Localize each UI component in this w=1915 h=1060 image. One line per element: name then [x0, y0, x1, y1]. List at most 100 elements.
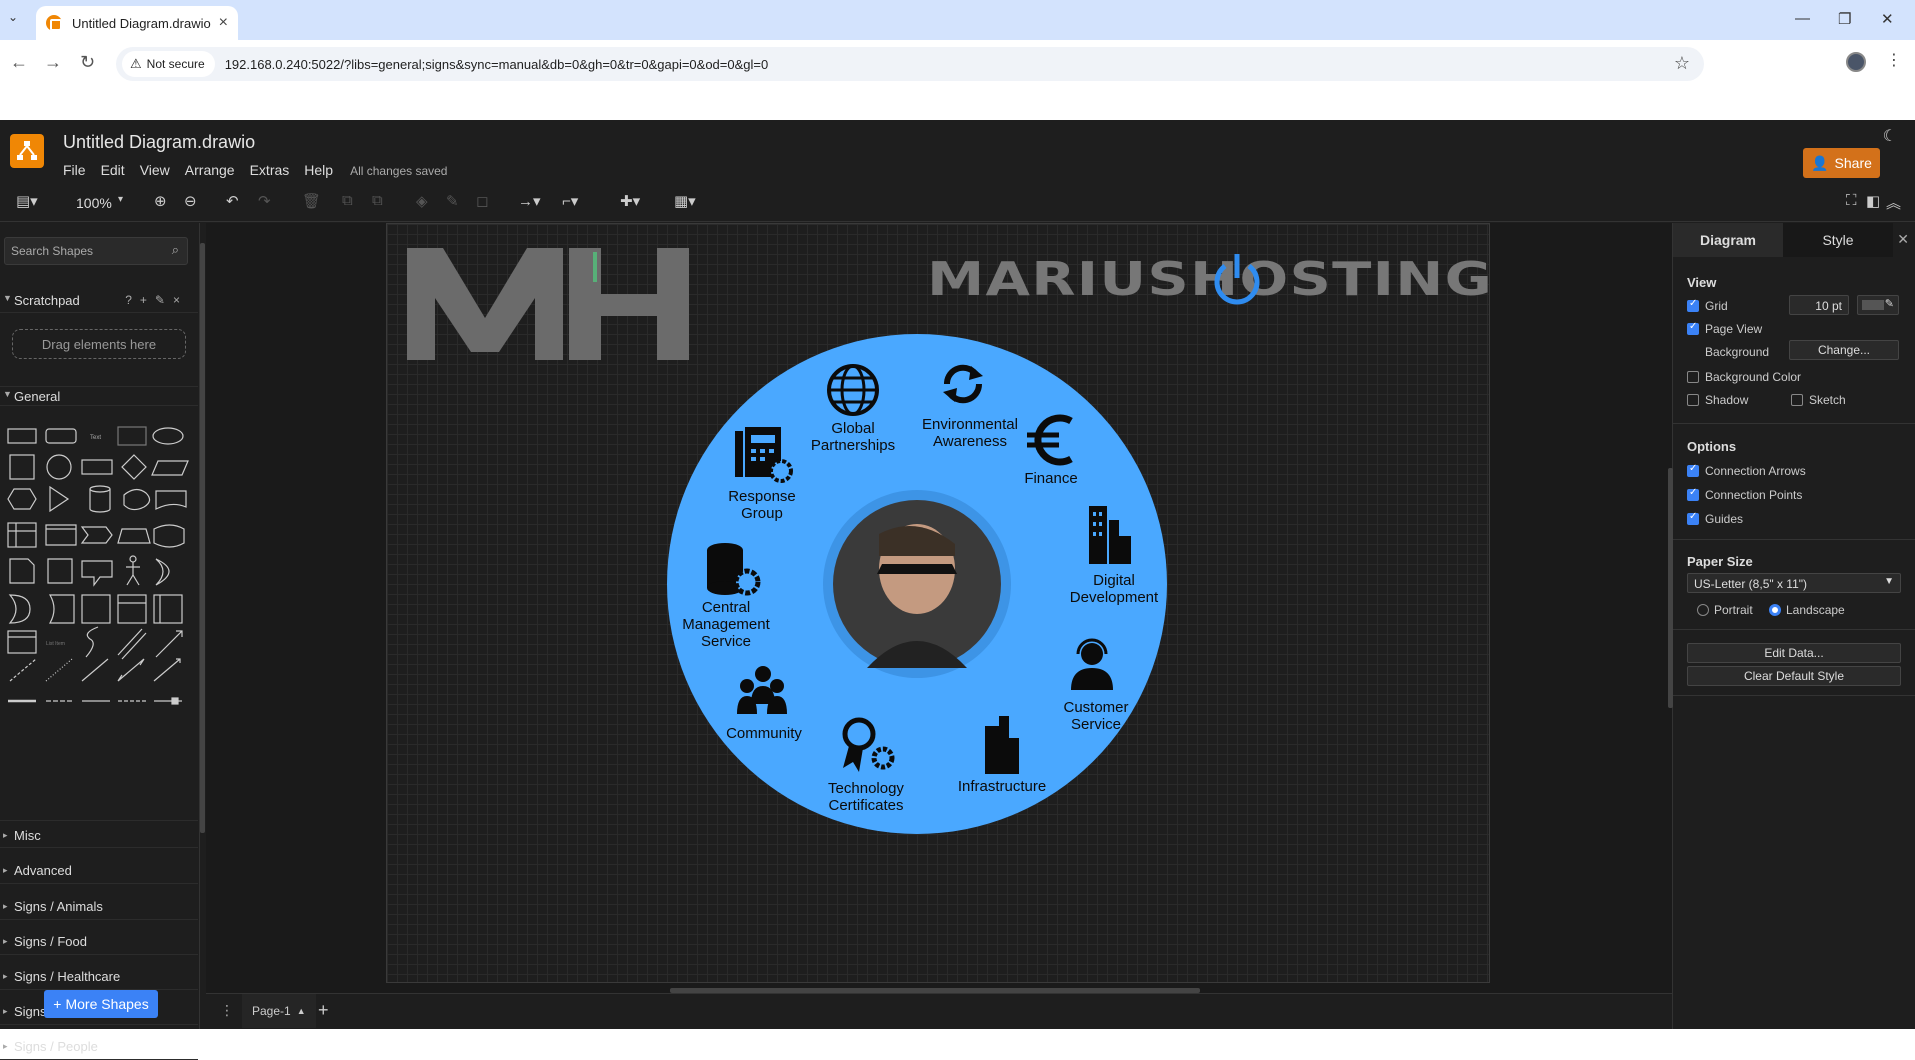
zoom-in-icon[interactable]: ⊕ — [154, 192, 167, 210]
pages-menu-icon[interactable]: ⋮ — [220, 1002, 234, 1019]
connection-arrows-checkbox[interactable] — [1687, 463, 1699, 477]
section-advanced[interactable]: ▸ Advanced — [0, 856, 198, 884]
grid-color-picker[interactable]: ✎ — [1857, 295, 1899, 315]
format-panel-icon[interactable]: ▤▾ — [16, 192, 38, 210]
sketch-toggle[interactable]: Sketch — [1791, 393, 1846, 407]
tab-style[interactable]: Style — [1783, 223, 1893, 257]
dark-mode-icon[interactable]: ☾ — [1883, 126, 1897, 146]
fullscreen-icon[interactable]: ⛶ — [1846, 192, 1857, 209]
shadow-checkbox[interactable] — [1687, 394, 1699, 406]
paper-size-select[interactable]: US-Letter (8,5" x 11") ▼ — [1687, 573, 1901, 593]
section-signs-healthcare[interactable]: ▸ Signs / Healthcare — [0, 962, 198, 990]
tab-search-chevron-icon[interactable]: ⌄ — [8, 10, 18, 24]
search-shapes-input[interactable]: Search Shapes ⌕ — [4, 237, 188, 265]
guides-checkbox[interactable] — [1687, 511, 1699, 525]
collapse-chevron-icon[interactable]: ︽ — [1886, 192, 1901, 213]
grid-size-input[interactable]: 10 pt — [1789, 295, 1849, 315]
diagram-page[interactable]: MARIUSHOSTING Global Partnerships Enviro… — [386, 223, 1492, 983]
portrait-radio[interactable] — [1697, 604, 1709, 616]
section-misc[interactable]: ▸ Misc — [0, 820, 198, 848]
general-header[interactable]: ▼ General — [0, 386, 198, 406]
general-shapes-palette[interactable]: Text List Item — [6, 419, 192, 709]
redo-icon[interactable]: ↷ — [258, 192, 271, 210]
canvas-horizontal-scrollbar[interactable] — [670, 988, 1200, 993]
page-view-checkbox[interactable] — [1687, 321, 1699, 335]
browser-tab[interactable]: Untitled Diagram.drawio × — [36, 6, 238, 40]
menu-view[interactable]: View — [140, 162, 170, 178]
canvas-vertical-scrollbar[interactable] — [1668, 468, 1673, 708]
to-back-icon[interactable]: ⧉ — [372, 192, 383, 209]
grid-toggle[interactable]: Grid — [1687, 298, 1728, 313]
scratchpad-header[interactable]: ▼ Scratchpad ?+✎× — [0, 293, 198, 313]
toggle-panel-icon[interactable]: ◧ — [1866, 192, 1880, 210]
document-title[interactable]: Untitled Diagram.drawio — [63, 132, 255, 153]
minimize-icon[interactable]: — — [1795, 10, 1810, 27]
zoom-select[interactable]: 100% — [76, 195, 112, 211]
insert-plus-icon[interactable]: ✚▾ — [620, 192, 640, 210]
diagram-canvas[interactable]: MARIUSHOSTING Global Partnerships Enviro… — [206, 223, 1672, 993]
clear-default-style-button[interactable]: Clear Default Style — [1687, 666, 1901, 686]
close-window-icon[interactable]: ✕ — [1881, 10, 1894, 28]
reload-icon[interactable]: ↻ — [80, 52, 95, 73]
add-page-icon[interactable]: + — [318, 1000, 329, 1021]
landscape-option[interactable]: Landscape — [1769, 603, 1845, 617]
browser-menu-icon[interactable]: ⋮ — [1886, 50, 1902, 70]
more-shapes-button[interactable]: + More Shapes — [44, 990, 158, 1018]
sketch-checkbox[interactable] — [1791, 394, 1803, 406]
forward-icon[interactable]: → — [44, 52, 62, 73]
close-tab-icon[interactable]: × — [219, 14, 228, 32]
background-color-checkbox[interactable] — [1687, 371, 1699, 383]
section-signs-people[interactable]: ▸ Signs / People — [0, 1032, 198, 1060]
background-color-toggle[interactable]: Background Color — [1687, 370, 1801, 384]
portrait-option[interactable]: Portrait — [1697, 603, 1753, 617]
shadow-toggle[interactable]: Shadow — [1687, 393, 1748, 407]
zoom-chevron-icon[interactable]: ▾ — [118, 194, 123, 205]
scratchpad-actions-icons[interactable]: ?+✎× — [125, 293, 188, 307]
background-change-button[interactable]: Change... — [1789, 340, 1899, 360]
page-view-toggle[interactable]: Page View — [1687, 321, 1762, 336]
bookmark-star-icon[interactable]: ☆ — [1674, 53, 1690, 74]
section-signs-food[interactable]: ▸ Signs / Food — [0, 927, 198, 955]
page-tabs-bar: ⋮ Page-1 ▲ + — [206, 993, 1672, 1029]
scratchpad-dropzone[interactable]: Drag elements here — [12, 329, 186, 359]
connection-style-icon[interactable]: →▾ — [518, 192, 541, 210]
close-panel-icon[interactable]: ✕ — [1897, 231, 1909, 248]
menu-edit[interactable]: Edit — [101, 162, 125, 178]
zoom-out-icon[interactable]: ⊖ — [184, 192, 197, 210]
landscape-radio[interactable] — [1769, 604, 1781, 616]
to-front-icon[interactable]: ⧉ — [342, 192, 353, 209]
share-button[interactable]: 👤 Share — [1803, 148, 1880, 178]
connection-points-toggle[interactable]: Connection Points — [1687, 487, 1802, 502]
menu-help[interactable]: Help — [304, 162, 333, 178]
portrait-label: Portrait — [1714, 603, 1753, 617]
shadow-icon[interactable]: ◻ — [476, 192, 488, 210]
menu-extras[interactable]: Extras — [250, 162, 290, 178]
sidebar-scrollbar[interactable] — [200, 243, 205, 833]
tab-diagram[interactable]: Diagram — [1673, 223, 1783, 257]
security-chip[interactable]: ⚠ Not secure — [122, 51, 215, 77]
section-label: Signs / Healthcare — [14, 969, 121, 984]
edit-data-button[interactable]: Edit Data... — [1687, 643, 1901, 663]
divider — [1673, 629, 1915, 630]
delete-icon[interactable]: 🗑 — [302, 192, 321, 210]
fill-color-icon[interactable]: ◈ — [416, 192, 428, 210]
connection-points-checkbox[interactable] — [1687, 487, 1699, 501]
svg-text:Text: Text — [90, 435, 101, 441]
menu-arrange[interactable]: Arrange — [185, 162, 235, 178]
section-signs-animals[interactable]: ▸ Signs / Animals — [0, 892, 198, 920]
page-tab-1[interactable]: Page-1 ▲ — [242, 994, 316, 1028]
grid-checkbox[interactable] — [1687, 298, 1699, 312]
restore-icon[interactable]: ❐ — [1838, 10, 1851, 28]
line-color-icon[interactable]: ✎ — [446, 192, 459, 210]
back-icon[interactable]: ← — [10, 52, 28, 73]
profile-avatar[interactable] — [1846, 52, 1866, 72]
address-bar[interactable]: ⚠ Not secure 192.168.0.240:5022/?libs=ge… — [116, 47, 1704, 81]
undo-icon[interactable]: ↶ — [226, 192, 239, 210]
connection-arrows-toggle[interactable]: Connection Arrows — [1687, 463, 1806, 478]
waypoints-icon[interactable]: ⌐▾ — [562, 192, 578, 210]
menu-file[interactable]: File — [63, 162, 86, 178]
page-tab-chevron-icon[interactable]: ▲ — [297, 1006, 306, 1016]
table-icon[interactable]: ▦▾ — [674, 192, 696, 210]
guides-toggle[interactable]: Guides — [1687, 511, 1743, 526]
search-icon[interactable]: ⌕ — [172, 242, 179, 258]
